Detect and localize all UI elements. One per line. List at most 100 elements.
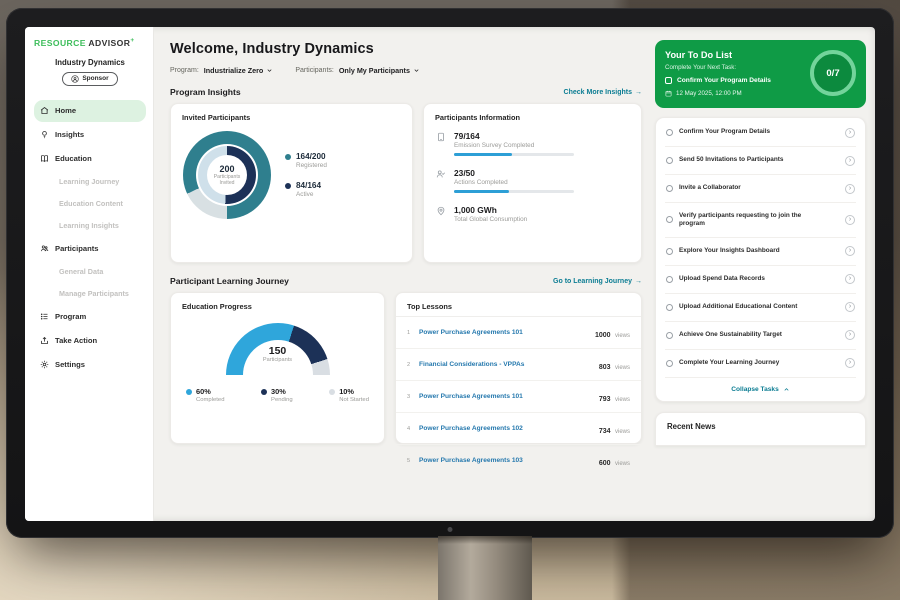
todo-progress-value: 0/7 xyxy=(826,68,839,79)
task-item[interactable]: Verify participants requesting to join t… xyxy=(665,202,856,237)
survey-device-icon xyxy=(436,132,446,142)
next-task-checkbox[interactable] xyxy=(665,77,672,84)
task-item[interactable]: Upload Additional Educational Content › xyxy=(665,293,856,321)
collapse-tasks-link[interactable]: Collapse Tasks xyxy=(665,377,856,401)
lesson-title-link[interactable]: Power Purchase Agreements 103 xyxy=(419,457,592,464)
sidebar-item-general-data[interactable]: General Data xyxy=(34,262,146,282)
sidebar-item-participants[interactable]: Participants xyxy=(34,238,146,260)
action-arrow-icon xyxy=(40,336,49,345)
task-item[interactable]: Explore Your Insights Dashboard › xyxy=(665,237,856,265)
chevron-right-icon[interactable]: › xyxy=(845,302,855,312)
task-checkbox[interactable] xyxy=(666,248,673,255)
task-checkbox[interactable] xyxy=(666,129,673,136)
lesson-title-link[interactable]: Power Purchase Agreements 101 xyxy=(419,329,588,336)
lesson-title-link[interactable]: Power Purchase Agreements 101 xyxy=(419,393,592,400)
todo-subtitle: Complete Your Next Task: xyxy=(665,64,802,71)
invited-card-title: Invited Participants xyxy=(171,104,412,127)
brand-primary: RESOURCE xyxy=(34,38,86,48)
info-row-consumption: 1,000 GWh Total Global Consumption xyxy=(436,205,629,223)
chevron-right-icon[interactable]: › xyxy=(845,156,855,166)
invited-participants-card: Invited Participants 200 Participants In… xyxy=(170,103,413,263)
list-icon xyxy=(40,312,49,321)
brand-plus: + xyxy=(130,37,134,44)
task-item[interactable]: Invite a Collaborator › xyxy=(665,174,856,202)
main-content: Welcome, Industry Dynamics Program: Indu… xyxy=(154,27,654,521)
education-card-title: Education Progress xyxy=(171,293,384,316)
task-item[interactable]: Upload Spend Data Records › xyxy=(665,265,856,293)
education-legend: 60% Completed 30% Pending xyxy=(171,375,384,403)
task-item[interactable]: Achieve One Sustainability Target › xyxy=(665,321,856,349)
sidebar: RESOURCE ADVISOR+ Industry Dynamics Spon… xyxy=(25,27,154,521)
program-filter-label: Program: xyxy=(170,67,199,74)
monitor-frame: RESOURCE ADVISOR+ Industry Dynamics Spon… xyxy=(6,8,894,538)
chevron-right-icon[interactable]: › xyxy=(845,330,855,340)
legend-item-active: 84/164 Active xyxy=(285,181,327,198)
sidebar-item-learning-journey[interactable]: Learning Journey xyxy=(34,172,146,192)
participants-filter-label: Participants: xyxy=(295,67,334,74)
sidebar-item-insights[interactable]: Insights xyxy=(34,124,146,146)
task-checkbox[interactable] xyxy=(666,216,673,223)
lesson-row: 4 Power Purchase Agreements 102 734 view… xyxy=(396,413,641,445)
legend-item-not-started: 10% Not Started xyxy=(329,387,369,403)
person-check-icon xyxy=(436,169,446,179)
task-item[interactable]: Send 50 Invitations to Participants › xyxy=(665,146,856,174)
chevron-right-icon[interactable]: › xyxy=(845,215,855,225)
todo-panel: Your To Do List Complete Your Next Task:… xyxy=(654,27,875,521)
chevron-right-icon[interactable]: › xyxy=(845,274,855,284)
sidebar-item-settings[interactable]: Settings xyxy=(34,354,146,376)
chevron-right-icon[interactable]: › xyxy=(845,246,855,256)
participants-select[interactable]: Only My Participants xyxy=(339,66,420,75)
brand-logo: RESOURCE ADVISOR+ xyxy=(34,37,146,48)
arrow-right-icon: → xyxy=(635,89,642,96)
progress-track xyxy=(454,153,574,156)
program-select[interactable]: Industrialize Zero xyxy=(204,66,274,75)
donut-center-value: 200 xyxy=(219,164,234,174)
gauge-center-label: Participants xyxy=(226,357,330,363)
check-more-insights-link[interactable]: Check More Insights → xyxy=(564,89,642,96)
task-checkbox[interactable] xyxy=(666,185,673,192)
task-checkbox[interactable] xyxy=(666,304,673,311)
chevron-right-icon[interactable]: › xyxy=(845,184,855,194)
calendar-icon xyxy=(665,90,672,97)
next-task-label: Confirm Your Program Details xyxy=(677,77,771,84)
legend-item-completed: 60% Completed xyxy=(186,387,225,403)
chevron-right-icon[interactable]: › xyxy=(845,358,855,368)
lesson-row: 1 Power Purchase Agreements 101 1000 vie… xyxy=(396,317,641,349)
chevron-down-icon xyxy=(266,67,273,74)
sidebar-item-home[interactable]: Home xyxy=(34,100,146,122)
org-name: Industry Dynamics xyxy=(34,58,146,67)
task-checkbox[interactable] xyxy=(666,332,673,339)
task-checkbox[interactable] xyxy=(666,276,673,283)
sidebar-item-education-content[interactable]: Education Content xyxy=(34,194,146,214)
sidebar-item-take-action[interactable]: Take Action xyxy=(34,330,146,352)
legend-dot-pending xyxy=(261,389,267,395)
sponsor-badge: Sponsor xyxy=(62,72,117,86)
education-gauge-chart: 150 Participants xyxy=(226,323,330,375)
sidebar-nav: Home Insights Education Learning Journey… xyxy=(34,100,146,376)
lesson-row: 3 Power Purchase Agreements 101 793 view… xyxy=(396,381,641,413)
go-to-learning-journey-link[interactable]: Go to Learning Journey → xyxy=(553,278,642,285)
sidebar-item-manage-participants[interactable]: Manage Participants xyxy=(34,284,146,304)
legend-item-pending: 30% Pending xyxy=(261,387,293,403)
lesson-title-link[interactable]: Power Purchase Agreements 102 xyxy=(419,425,592,432)
task-checkbox[interactable] xyxy=(666,360,673,367)
legend-dot-not-started xyxy=(329,389,335,395)
sidebar-item-program[interactable]: Program xyxy=(34,306,146,328)
participants-filter: Participants: Only My Participants xyxy=(295,66,420,75)
recent-news-title: Recent News xyxy=(667,422,854,431)
todo-title: Your To Do List xyxy=(665,50,802,60)
home-icon xyxy=(40,106,49,115)
progress-fill xyxy=(454,153,512,156)
task-checkbox[interactable] xyxy=(666,157,673,164)
todo-next-task: Confirm Your Program Details xyxy=(665,77,802,84)
lesson-title-link[interactable]: Financial Considerations - VPPAs xyxy=(419,361,592,368)
invited-donut-chart: 200 Participants Invited xyxy=(183,131,271,219)
todo-summary-card: Your To Do List Complete Your Next Task:… xyxy=(655,40,866,108)
program-filter: Program: Industrialize Zero xyxy=(170,66,273,75)
chevron-right-icon[interactable]: › xyxy=(845,128,855,138)
task-item[interactable]: Complete Your Learning Journey › xyxy=(665,349,856,377)
task-item[interactable]: Confirm Your Program Details › xyxy=(665,119,856,146)
sidebar-item-education[interactable]: Education xyxy=(34,148,146,170)
chevron-up-icon xyxy=(783,386,790,393)
sidebar-item-learning-insights[interactable]: Learning Insights xyxy=(34,216,146,236)
